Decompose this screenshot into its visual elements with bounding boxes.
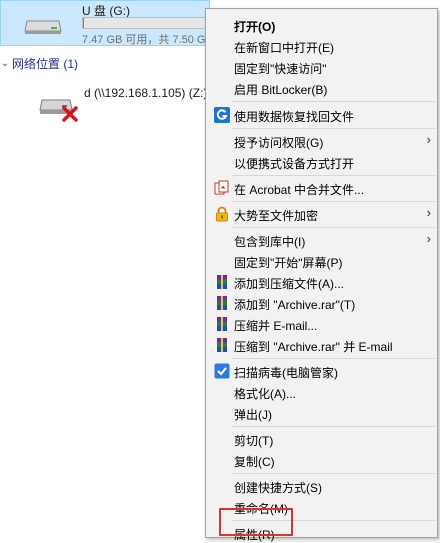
menu-item-grant-access[interactable]: 授予访问权限(G) ›: [207, 130, 436, 151]
menu-separator: [232, 358, 435, 359]
menu-item-compress-rar-email[interactable]: 压缩到 "Archive.rar" 并 E-mail: [207, 334, 436, 355]
menu-item-add-archive-rar[interactable]: 添加到 "Archive.rar"(T): [207, 292, 436, 313]
shield-check-icon: [214, 363, 230, 379]
usb-drive-free-space: 7.47 GB 可用，共 7.50 GB: [82, 31, 213, 47]
menu-item-acrobat-combine[interactable]: 在 Acrobat 中合并文件...: [207, 177, 436, 198]
properties-highlight-box: [219, 508, 293, 536]
menu-item-create-shortcut[interactable]: 创建快捷方式(S): [207, 475, 436, 496]
menu-item-cut[interactable]: 剪切(T): [207, 428, 436, 449]
winrar-icon: [214, 274, 230, 290]
menu-separator: [232, 227, 435, 228]
acrobat-icon: [214, 180, 230, 196]
menu-item-open-new-window[interactable]: 在新窗口中打开(E): [207, 35, 436, 56]
menu-item-pin-quick-access[interactable]: 固定到"快速访问": [207, 56, 436, 77]
menu-item-add-archive[interactable]: 添加到压缩文件(A)...: [207, 271, 436, 292]
menu-separator: [232, 128, 435, 129]
menu-item-format[interactable]: 格式化(A)...: [207, 381, 436, 402]
network-locations-label: 网络位置 (1): [12, 55, 78, 72]
context-menu: 打开(O) 在新窗口中打开(E) 固定到"快速访问" 启用 BitLocker(…: [205, 8, 438, 538]
menu-item-data-recovery[interactable]: 使用数据恢复找回文件: [207, 104, 436, 125]
network-drive-name[interactable]: d (\\192.168.1.105) (Z:): [84, 86, 207, 100]
menu-item-compress-email[interactable]: 压缩并 E-mail...: [207, 313, 436, 334]
menu-item-copy[interactable]: 复制(C): [207, 449, 436, 470]
usb-drive-capacity-bar: [82, 17, 208, 29]
menu-separator: [232, 101, 435, 102]
winrar-icon: [214, 316, 230, 332]
menu-separator: [232, 175, 435, 176]
submenu-arrow-icon: ›: [427, 132, 431, 147]
menu-item-scan-virus[interactable]: 扫描病毒(电脑管家): [207, 360, 436, 381]
menu-separator: [232, 201, 435, 202]
lock-icon: [214, 206, 230, 222]
submenu-arrow-icon: ›: [427, 205, 431, 220]
menu-item-open[interactable]: 打开(O): [207, 14, 436, 35]
usb-drive-icon: [23, 13, 63, 35]
menu-item-pin-start[interactable]: 固定到"开始"屏幕(P): [207, 250, 436, 271]
network-locations-header[interactable]: ⌄ 网络位置 (1): [0, 55, 210, 71]
disconnected-network-drive-icon: [36, 90, 82, 122]
menu-item-bitlocker[interactable]: 启用 BitLocker(B): [207, 77, 436, 98]
menu-separator: [232, 473, 435, 474]
chevron-down-icon[interactable]: ⌄: [0, 58, 10, 69]
menu-item-eject[interactable]: 弹出(J): [207, 402, 436, 423]
data-recovery-icon: [214, 107, 230, 123]
menu-item-include-library[interactable]: 包含到库中(I) ›: [207, 229, 436, 250]
menu-item-open-portable[interactable]: 以便携式设备方式打开: [207, 151, 436, 172]
submenu-arrow-icon: ›: [427, 231, 431, 246]
winrar-icon: [214, 295, 230, 311]
menu-separator: [232, 426, 435, 427]
menu-item-encrypt[interactable]: 大势至文件加密 ›: [207, 203, 436, 224]
winrar-icon: [214, 337, 230, 353]
